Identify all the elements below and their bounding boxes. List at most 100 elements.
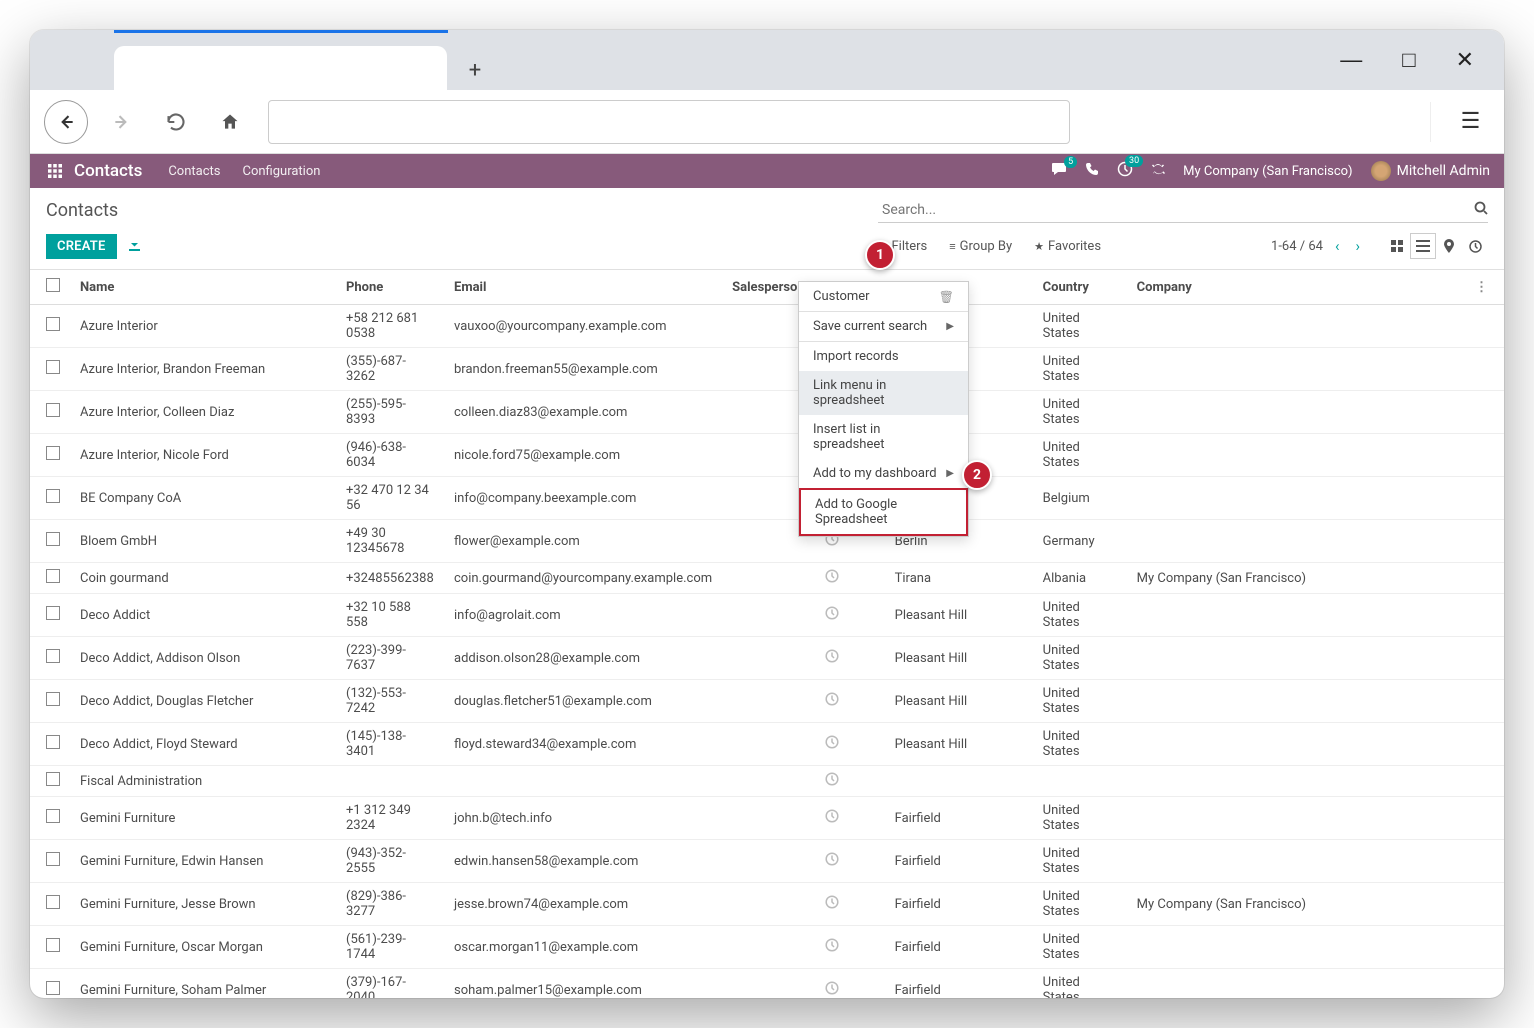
clock-icon[interactable]: [825, 694, 839, 710]
row-checkbox[interactable]: [46, 895, 60, 909]
view-list-button[interactable]: [1410, 233, 1436, 259]
clock-icon[interactable]: [825, 940, 839, 956]
row-checkbox[interactable]: [46, 403, 60, 417]
table-row[interactable]: Gemini Furniture, Jesse Brown(829)-386-3…: [30, 883, 1504, 926]
row-checkbox[interactable]: [46, 735, 60, 749]
favorites-item[interactable]: Link menu in spreadsheet: [799, 371, 968, 415]
reload-button[interactable]: [156, 102, 196, 142]
activities-icon[interactable]: 30: [1117, 161, 1133, 181]
table-row[interactable]: Deco Addict, Addison Olson(223)-399-7637…: [30, 637, 1504, 680]
table-row[interactable]: Gemini Furniture, Edwin Hansen(943)-352-…: [30, 840, 1504, 883]
table-row[interactable]: Bloem GmbH+49 30 12345678flower@example.…: [30, 520, 1504, 563]
view-map-button[interactable]: [1436, 233, 1462, 259]
user-menu[interactable]: Mitchell Admin: [1371, 161, 1490, 181]
import-button[interactable]: [127, 237, 142, 256]
select-all-checkbox[interactable]: [46, 278, 60, 292]
th-country[interactable]: Country: [1033, 270, 1127, 305]
maximize-button[interactable]: □: [1402, 47, 1415, 73]
favorites-item[interactable]: Insert list in spreadsheet: [799, 415, 968, 459]
row-checkbox[interactable]: [46, 317, 60, 331]
favorites-item[interactable]: Save current search▶: [799, 312, 968, 341]
search-icon[interactable]: [1474, 200, 1488, 219]
pager-text[interactable]: 1-64 / 64: [1271, 239, 1323, 254]
pager-prev[interactable]: ‹: [1331, 235, 1344, 257]
favorites-item[interactable]: Customer🗑: [799, 282, 968, 311]
cell-country: United States: [1033, 883, 1127, 926]
row-checkbox[interactable]: [46, 606, 60, 620]
forward-button[interactable]: [102, 102, 142, 142]
pager-next[interactable]: ›: [1351, 235, 1364, 257]
close-button[interactable]: ✕: [1456, 47, 1474, 73]
view-kanban-button[interactable]: [1384, 233, 1410, 259]
minimize-button[interactable]: —: [1340, 47, 1362, 73]
table-row[interactable]: Azure Interior, Colleen Diaz(255)-595-83…: [30, 391, 1504, 434]
debug-icon[interactable]: [1151, 162, 1165, 180]
search-input[interactable]: [878, 198, 1488, 223]
table-row[interactable]: Azure Interior, Brandon Freeman(355)-687…: [30, 348, 1504, 391]
table-row[interactable]: Deco Addict+32 10 588 558info@agrolait.c…: [30, 594, 1504, 637]
table-row[interactable]: Deco Addict, Floyd Steward(145)-138-3401…: [30, 723, 1504, 766]
trash-icon[interactable]: 🗑: [939, 290, 954, 304]
clock-icon[interactable]: [825, 608, 839, 624]
clock-icon[interactable]: [825, 737, 839, 753]
favorites-item[interactable]: Import records: [799, 342, 968, 371]
table-row[interactable]: BE Company CoA+32 470 12 34 56info@compa…: [30, 477, 1504, 520]
row-checkbox[interactable]: [46, 938, 60, 952]
nav-link-contacts[interactable]: Contacts: [168, 164, 220, 179]
apps-launcher-icon[interactable]: [44, 164, 66, 178]
row-checkbox[interactable]: [46, 981, 60, 995]
row-checkbox[interactable]: [46, 852, 60, 866]
clock-icon[interactable]: [825, 897, 839, 913]
clock-icon[interactable]: [825, 811, 839, 827]
clock-icon[interactable]: [825, 854, 839, 870]
column-options-icon[interactable]: ⋮: [1475, 280, 1488, 295]
new-tab-button[interactable]: +: [455, 50, 495, 90]
table-row[interactable]: Fiscal Administration: [30, 766, 1504, 797]
browser-tab[interactable]: [114, 46, 447, 90]
favorites-item[interactable]: Add to my dashboard▶: [799, 459, 968, 488]
favorites-button[interactable]: ★ Favorites: [1024, 235, 1111, 258]
app-title[interactable]: Contacts: [74, 161, 142, 181]
row-checkbox[interactable]: [46, 809, 60, 823]
phone-icon[interactable]: [1085, 162, 1099, 180]
list-icon: ≡: [949, 240, 955, 253]
create-button[interactable]: CREATE: [46, 234, 117, 259]
clock-icon[interactable]: [825, 651, 839, 667]
table-row[interactable]: Azure Interior+58 212 681 0538vauxoo@you…: [30, 305, 1504, 348]
th-email[interactable]: Email: [444, 270, 722, 305]
table-row[interactable]: Coin gourmand+32485562388coin.gourmand@y…: [30, 563, 1504, 594]
company-switcher[interactable]: My Company (San Francisco): [1183, 164, 1352, 179]
th-company[interactable]: Company: [1127, 270, 1465, 305]
clock-icon[interactable]: [825, 983, 839, 998]
table-row[interactable]: Gemini Furniture, Soham Palmer(379)-167-…: [30, 969, 1504, 999]
table-row[interactable]: Azure Interior, Nicole Ford(946)-638-603…: [30, 434, 1504, 477]
cell-city: Fairfield: [885, 926, 1033, 969]
table-row[interactable]: Deco Addict, Douglas Fletcher(132)-553-7…: [30, 680, 1504, 723]
row-checkbox[interactable]: [46, 569, 60, 583]
clock-icon[interactable]: [825, 571, 839, 587]
row-checkbox[interactable]: [46, 692, 60, 706]
th-phone[interactable]: Phone: [336, 270, 444, 305]
row-checkbox[interactable]: [46, 532, 60, 546]
row-checkbox[interactable]: [46, 360, 60, 374]
row-checkbox[interactable]: [46, 772, 60, 786]
browser-menu-button[interactable]: ☰: [1430, 102, 1490, 142]
cell-activity: [815, 680, 885, 723]
home-button[interactable]: [210, 102, 250, 142]
row-checkbox[interactable]: [46, 649, 60, 663]
back-button[interactable]: [44, 100, 88, 144]
clock-icon[interactable]: [825, 774, 839, 790]
cell-country: Germany: [1033, 520, 1127, 563]
nav-link-configuration[interactable]: Configuration: [242, 164, 320, 179]
cell-company: [1127, 594, 1465, 637]
th-name[interactable]: Name: [70, 270, 336, 305]
table-row[interactable]: Gemini Furniture, Oscar Morgan(561)-239-…: [30, 926, 1504, 969]
table-row[interactable]: Gemini Furniture+1 312 349 2324john.b@te…: [30, 797, 1504, 840]
row-checkbox[interactable]: [46, 489, 60, 503]
url-bar[interactable]: [268, 100, 1070, 144]
groupby-button[interactable]: ≡ Group By: [939, 235, 1022, 258]
favorites-item[interactable]: Add to Google Spreadsheet: [799, 488, 968, 536]
row-checkbox[interactable]: [46, 446, 60, 460]
view-activity-button[interactable]: [1462, 233, 1488, 259]
messaging-icon[interactable]: 5: [1051, 162, 1067, 180]
